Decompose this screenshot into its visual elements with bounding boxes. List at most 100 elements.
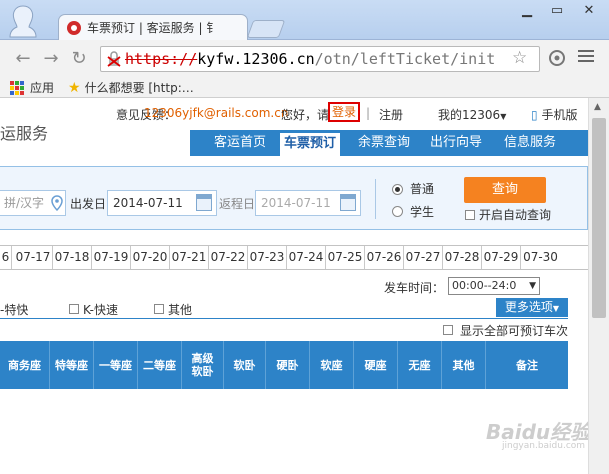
nav-item-guide[interactable]: 出行向导 [430,130,482,156]
train-type-other-checkbox[interactable] [154,304,164,314]
chevron-down-icon: ▼ [500,112,507,121]
calendar-icon[interactable] [196,194,212,211]
date-tab[interactable]: 07-27 [404,246,443,269]
date-tab[interactable]: 07-30 [521,246,560,269]
depart-date-value: 2014-07-11 [113,196,183,210]
date-tab[interactable]: 07-23 [248,246,287,269]
depart-time-select[interactable]: 00:00--24:0 [448,277,540,295]
date-tab[interactable]: 07-29 [482,246,521,269]
star-icon: ★ [68,79,81,96]
column-header[interactable]: 软座 [310,341,354,389]
column-header[interactable]: 特等座 [50,341,94,389]
url-path: /otn/leftTicket/init [314,50,496,68]
header-separator: | [366,106,371,120]
site-brand: 运服务 [0,124,49,143]
return-date-label: 返程日 [219,197,256,211]
greeting-text: 您好，请 [281,108,330,122]
nav-item-home[interactable]: 客运首页 [214,130,266,156]
minimize-icon[interactable]: ▁ [516,2,538,20]
baidu-watermark: Baidu经验 jingyan.baidu.com [486,416,588,451]
main-nav: 客运首页 车票预订 余票查询 出行向导 信息服务 [190,130,588,156]
train-type-k-checkbox[interactable] [69,304,79,314]
column-header[interactable]: 商务座 [0,341,50,389]
bookmark-star-icon[interactable]: ☆ [512,48,527,68]
depart-date-input[interactable]: 2014-07-11 [107,190,217,216]
my-account-label: 我的12306 [438,108,501,122]
more-options-label: 更多选项 [504,300,553,314]
column-header[interactable]: 硬卧 [266,341,310,389]
query-button[interactable]: 查询 [464,177,546,203]
nav-item-remaining[interactable]: 余票查询 [358,130,410,156]
column-header[interactable]: 二等座 [138,341,182,389]
return-date-value: 2014-07-11 [261,196,331,210]
to-station-input[interactable]: 拼/汉字 [0,190,66,216]
back-arrow-icon[interactable]: ← [12,48,34,70]
scrollbar-thumb[interactable] [592,118,606,318]
forward-arrow-icon[interactable]: → [40,48,62,70]
bookmark-apps[interactable]: 应用 [10,79,54,96]
date-tab[interactable]: 07-17 [14,246,53,269]
radio-student[interactable] [392,206,403,217]
radio-student-label: 学生 [410,205,435,219]
mobile-link[interactable]: ▯ 手机版 [531,106,577,123]
search-panel: 拼/汉字 出发日 2014-07-11 返程日 2014-07-11 普通 学生… [0,166,588,230]
radio-normal[interactable] [392,184,403,195]
browser-toolbar: ← → ↻ https://kyfw.12306.cn/otn/leftTick… [0,40,609,76]
profile-avatar-icon[interactable] [6,4,40,38]
show-all-checkbox[interactable] [443,325,453,335]
maximize-icon[interactable]: ▭ [546,2,568,20]
browser-menu-icon[interactable] [578,50,594,64]
extension-icon[interactable] [548,49,566,67]
bookmark-label: 什么都想要 [http:… [84,81,194,95]
12306-favicon-icon [67,20,81,35]
divider [375,179,376,219]
date-tab[interactable]: 07-18 [53,246,92,269]
date-tab[interactable]: 07-28 [443,246,482,269]
date-tab[interactable]: 07-24 [287,246,326,269]
nav-item-booking[interactable]: 车票预订 [280,133,341,156]
apps-grid-icon [10,80,24,95]
ticket-table-header: 商务座 特等座 一等座 二等座 高级软卧 软卧 硬卧 软座 硬座 无座 其他 备… [0,341,568,389]
return-date-input[interactable]: 2014-07-11 [255,190,361,216]
date-tab[interactable]: 6 [0,246,12,269]
close-icon[interactable]: ✕ [578,2,600,20]
column-header[interactable]: 无座 [398,341,442,389]
browser-tab[interactable]: 车票预订 | 客运服务 | 钅 [58,14,248,40]
more-options-button[interactable]: 更多选项▼ [496,298,568,317]
bookmark-item[interactable]: ★ 什么都想要 [http:… [68,79,194,96]
train-type-k-label: K-快速 [83,303,118,317]
address-bar[interactable]: https://kyfw.12306.cn/otn/leftTicket/ini… [100,46,540,72]
column-header[interactable]: 其他 [442,341,486,389]
scroll-up-icon[interactable]: ▲ [594,102,601,112]
column-header[interactable]: 高级软卧 [182,341,224,389]
auto-query-checkbox[interactable] [465,210,475,220]
nav-item-info[interactable]: 信息服务 [504,130,556,156]
filter-row: 发车时间： 00:00--24:0 -特快 K-快速 其他 更多选项▼ 显示全部… [0,273,588,339]
column-header[interactable]: 备注 [486,341,568,389]
my-account-menu[interactable]: 我的12306▼ [438,106,506,123]
date-strip: 6 07-17 07-18 07-19 07-20 07-21 07-22 07… [0,245,588,270]
calendar-icon[interactable] [340,194,356,211]
column-header[interactable]: 一等座 [94,341,138,389]
column-header[interactable]: 软卧 [224,341,266,389]
depart-date-label: 出发日 [70,197,107,211]
page-scrollbar[interactable]: ▲ [588,98,609,474]
column-header[interactable]: 硬座 [354,341,398,389]
red-arrow-annotation [358,98,418,104]
date-tab[interactable]: 07-25 [326,246,365,269]
date-tab[interactable]: 07-21 [170,246,209,269]
reload-icon[interactable]: ↻ [68,48,90,70]
auto-query-label: 开启自动查询 [479,208,552,222]
radio-normal-label: 普通 [410,182,435,196]
new-tab-button[interactable] [246,20,286,38]
login-link-text[interactable]: 登录 [328,102,361,122]
phone-icon: ▯ [531,108,538,122]
feedback-email-link[interactable]: 12306yjfk@rails.com.cn [144,106,288,120]
register-link[interactable]: 注册 [379,106,403,123]
date-tab[interactable]: 07-19 [92,246,131,269]
date-tab[interactable]: 07-22 [209,246,248,269]
date-tab[interactable]: 07-20 [131,246,170,269]
location-pin-icon [51,195,63,211]
date-tab[interactable]: 07-26 [365,246,404,269]
login-link[interactable]: 登录 [328,102,361,122]
